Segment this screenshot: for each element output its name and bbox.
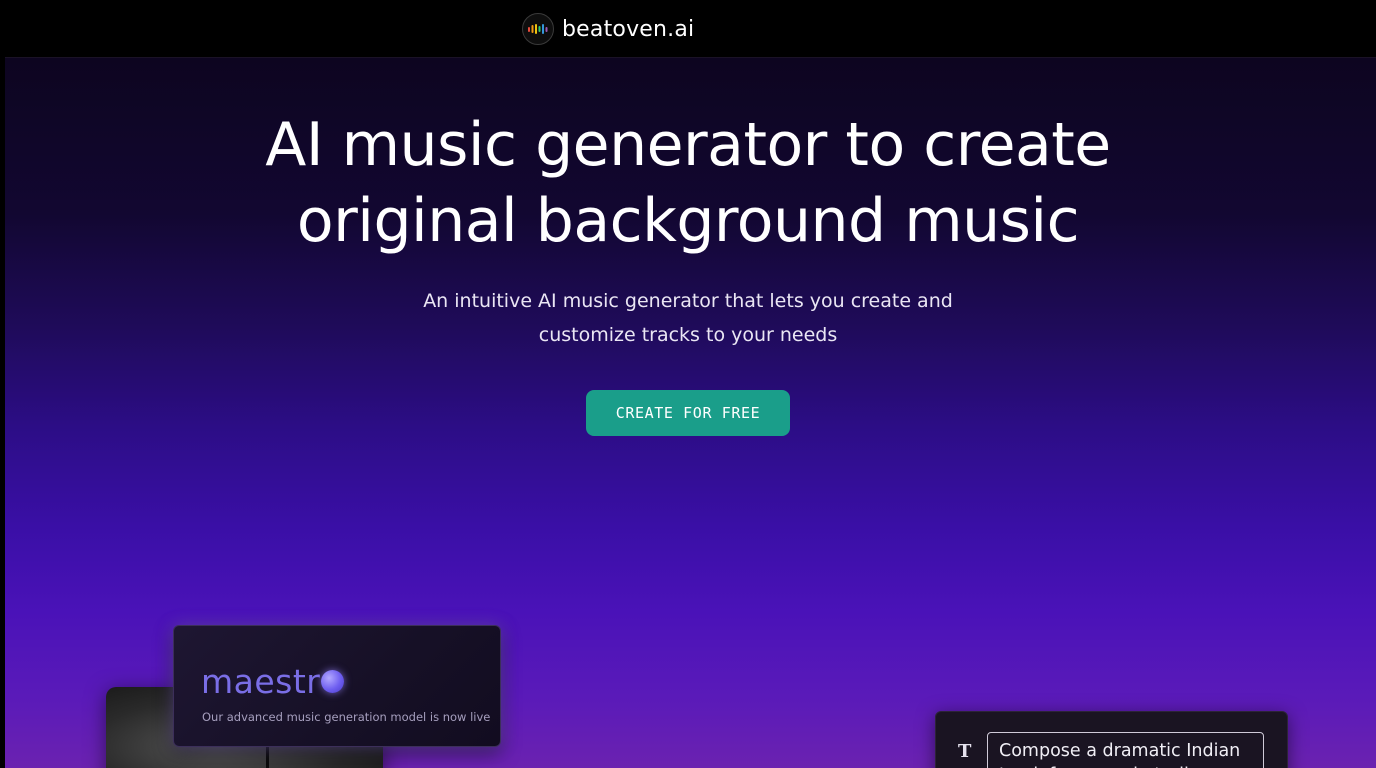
top-navbar: beatoven.ai (0, 0, 1376, 58)
maestro-logo-text: maestr (201, 662, 321, 701)
maestro-logo: maestr (201, 662, 345, 701)
hero-subtitle-line-2: customize tracks to your needs (538, 324, 838, 346)
hero-title-line-2: original background music (296, 186, 1080, 256)
create-for-free-button[interactable]: CREATE FOR FREE (586, 390, 790, 436)
page: beatoven.ai AI music generator to create… (0, 0, 1376, 768)
image-divider (266, 747, 269, 768)
hero-title: AI music generator to create original ba… (0, 107, 1376, 259)
hero-subtitle: An intuitive AI music generator that let… (0, 284, 1376, 352)
orb-icon (321, 670, 345, 693)
maestro-description: Our advanced music generation model is n… (202, 710, 491, 724)
maestro-announcement-card[interactable]: maestr Our advanced music generation mod… (173, 625, 501, 747)
logo-text: beatoven.ai (562, 16, 695, 42)
equalizer-bars-icon (522, 13, 554, 45)
logo-link[interactable]: beatoven.ai (522, 13, 694, 45)
text-type-icon: T (958, 741, 972, 762)
prompt-demo-card: T Compose a dramatic Indian track for a … (935, 711, 1288, 768)
hero-subtitle-line-1: An intuitive AI music generator that let… (423, 290, 953, 312)
hero-title-line-1: AI music generator to create (265, 110, 1111, 180)
prompt-input[interactable]: Compose a dramatic Indian track for a mo… (987, 732, 1264, 768)
left-edge-strip (0, 0, 5, 768)
